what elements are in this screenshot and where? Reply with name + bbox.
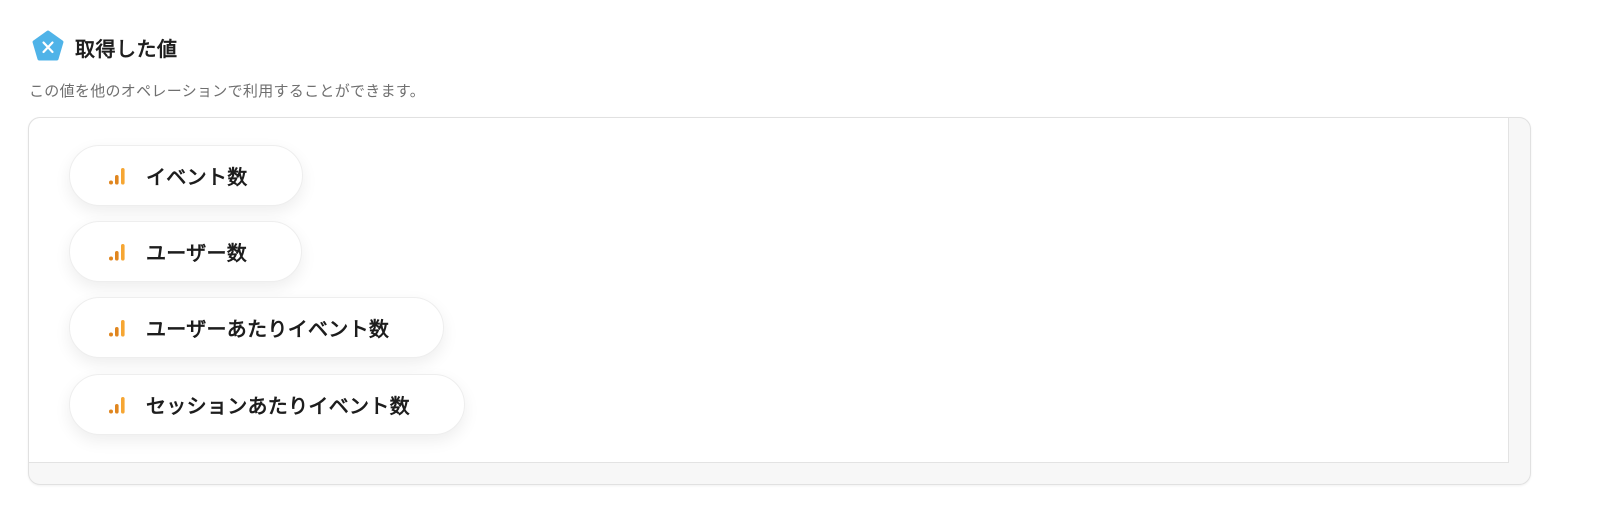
values-panel: イベント数 ユーザー数 ユーザーあたりイベント数 セッションあたりイベント数 (28, 117, 1531, 485)
analytics-bar-icon (108, 166, 128, 186)
section-header: 取得した値 (31, 30, 178, 64)
value-chip-label: セッションあたりイベント数 (146, 394, 410, 418)
value-chip-user-count[interactable]: ユーザー数 (69, 221, 303, 282)
section-title: 取得した値 (75, 36, 178, 61)
variable-pentagon-icon (31, 30, 65, 64)
values-panel-content: イベント数 ユーザー数 ユーザーあたりイベント数 セッションあたりイベント数 (29, 118, 1509, 463)
section-description: この値を他のオペレーションで利用することができます。 (29, 82, 426, 100)
analytics-bar-icon (108, 395, 128, 415)
analytics-bar-icon (108, 242, 128, 262)
value-chip-events-per-user[interactable]: ユーザーあたりイベント数 (69, 297, 445, 358)
value-chip-events-per-session[interactable]: セッションあたりイベント数 (69, 374, 465, 435)
value-chip-label: ユーザー数 (146, 241, 248, 265)
value-chip-event-count[interactable]: イベント数 (69, 145, 303, 206)
value-chip-label: イベント数 (146, 165, 248, 189)
analytics-bar-icon (108, 318, 128, 338)
value-chip-label: ユーザーあたりイベント数 (146, 317, 390, 341)
